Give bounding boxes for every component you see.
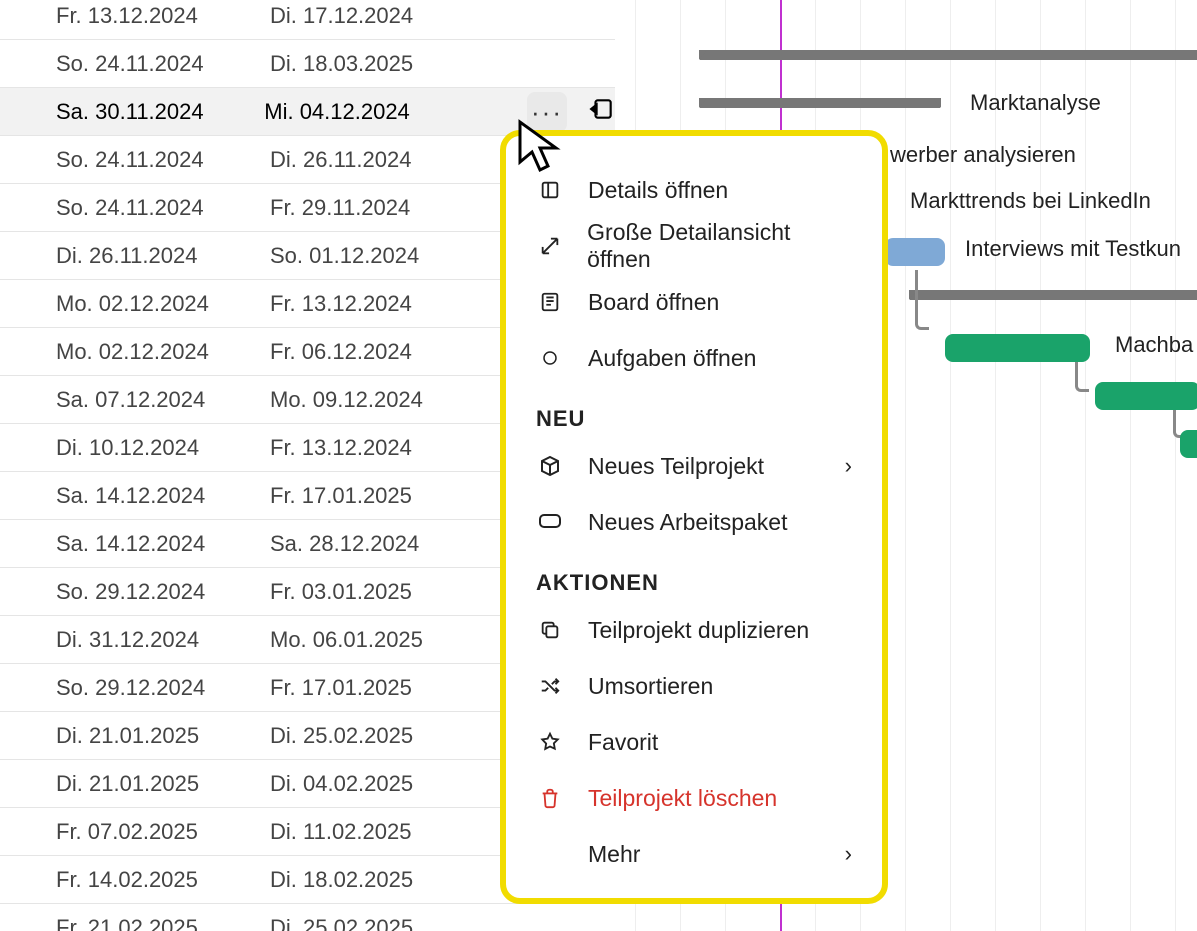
start-date-cell: Fr. 13.12.2024 — [0, 3, 270, 29]
gantt-grid-line — [1085, 0, 1086, 931]
menu-open-board[interactable]: Board öffnen — [506, 274, 882, 330]
start-date-cell: Fr. 14.02.2025 — [0, 867, 270, 893]
menu-section-actions: AKTIONEN — [506, 550, 882, 602]
menu-item-label: Teilprojekt duplizieren — [588, 617, 809, 644]
menu-open-details[interactable]: Details öffnen — [506, 162, 882, 218]
gantt-dependency-link — [915, 270, 929, 330]
context-menu: Details öffnen Große Detailansicht öffne… — [500, 130, 888, 904]
menu-new-subproject[interactable]: Neues Teilprojekt › — [506, 438, 882, 494]
menu-open-tasks[interactable]: Aufgaben öffnen — [506, 330, 882, 386]
start-date-cell: Di. 31.12.2024 — [0, 627, 270, 653]
gantt-grid-line — [1040, 0, 1041, 931]
start-date-cell: So. 29.12.2024 — [0, 675, 270, 701]
start-date-cell: Di. 21.01.2025 — [0, 723, 270, 749]
package-icon — [536, 454, 564, 478]
menu-favorite[interactable]: Favorit — [506, 714, 882, 770]
menu-item-label: Teilprojekt löschen — [588, 785, 777, 812]
gantt-bar-label: Machba — [1115, 332, 1193, 358]
menu-item-label: Große Detailansicht öffnen — [587, 219, 852, 273]
gantt-bar-label: Marktanalyse — [970, 90, 1101, 116]
menu-new-workpackage[interactable]: Neues Arbeitspaket — [506, 494, 882, 550]
gantt-grid-line — [950, 0, 951, 931]
rectangle-icon — [536, 513, 564, 531]
open-icon — [536, 179, 564, 201]
date-row[interactable]: So. 24.11.2024Di. 18.03.2025 — [0, 40, 615, 88]
date-row[interactable]: Fr. 21.02.2025Di. 25.02.2025 — [0, 904, 615, 931]
gantt-grid-line — [1175, 0, 1176, 931]
shuffle-icon — [536, 675, 564, 697]
menu-open-large-details[interactable]: Große Detailansicht öffnen — [506, 218, 882, 274]
menu-section-new: NEU — [506, 386, 882, 438]
gantt-summary-bar[interactable] — [910, 290, 1197, 300]
gantt-task-bar[interactable] — [1095, 382, 1197, 410]
star-icon — [536, 731, 564, 753]
gantt-bar-label: Interviews mit Testkun — [965, 236, 1181, 262]
menu-item-label: Neues Teilprojekt — [588, 453, 764, 480]
start-date-cell: So. 24.11.2024 — [0, 51, 270, 77]
gantt-task-bar[interactable] — [885, 238, 945, 266]
gantt-bar-label: Markttrends bei LinkedIn — [910, 188, 1151, 214]
start-date-cell: Sa. 14.12.2024 — [0, 483, 270, 509]
start-date-cell: So. 24.11.2024 — [0, 195, 270, 221]
more-button[interactable]: ··· — [527, 92, 567, 132]
menu-item-label: Aufgaben öffnen — [588, 345, 756, 372]
chevron-right-icon: › — [845, 841, 852, 867]
trash-icon — [536, 787, 564, 809]
menu-item-label: Mehr — [588, 841, 640, 868]
start-date-cell: Di. 21.01.2025 — [0, 771, 270, 797]
gantt-bar-label: werber analysieren — [890, 142, 1076, 168]
board-icon — [536, 291, 564, 313]
start-date-cell: Sa. 07.12.2024 — [0, 387, 270, 413]
row-actions: ··· — [527, 92, 615, 132]
menu-more[interactable]: Mehr › — [506, 826, 882, 882]
start-date-cell: Di. 10.12.2024 — [0, 435, 270, 461]
popout-icon[interactable] — [589, 96, 615, 128]
start-date-cell: Fr. 21.02.2025 — [0, 915, 270, 931]
menu-delete[interactable]: Teilprojekt löschen — [506, 770, 882, 826]
date-row[interactable]: Sa. 30.11.2024Mi. 04.12.2024··· — [0, 88, 615, 136]
start-date-cell: Mo. 02.12.2024 — [0, 339, 270, 365]
start-date-cell: Sa. 30.11.2024 — [0, 99, 264, 125]
end-date-cell: Di. 18.03.2025 — [270, 51, 540, 77]
circle-icon — [536, 349, 564, 367]
start-date-cell: Fr. 07.02.2025 — [0, 819, 270, 845]
start-date-cell: Sa. 14.12.2024 — [0, 531, 270, 557]
gantt-dependency-link — [1075, 362, 1089, 392]
end-date-cell: Di. 17.12.2024 — [270, 3, 540, 29]
menu-resort[interactable]: Umsortieren — [506, 658, 882, 714]
start-date-cell: Mo. 02.12.2024 — [0, 291, 270, 317]
gantt-grid-line — [1130, 0, 1131, 931]
date-row[interactable]: Fr. 13.12.2024Di. 17.12.2024 — [0, 0, 615, 40]
gantt-task-bar[interactable] — [945, 334, 1090, 362]
end-date-cell: Di. 25.02.2025 — [270, 915, 540, 931]
gantt-task-bar[interactable] — [1180, 430, 1197, 458]
menu-item-label: Board öffnen — [588, 289, 719, 316]
start-date-cell: So. 29.12.2024 — [0, 579, 270, 605]
gantt-grid-line — [995, 0, 996, 931]
menu-item-label: Umsortieren — [588, 673, 713, 700]
chevron-right-icon: › — [845, 453, 852, 479]
expand-icon — [536, 235, 563, 257]
copy-icon — [536, 619, 564, 641]
menu-item-label: Neues Arbeitspaket — [588, 509, 787, 536]
start-date-cell: So. 24.11.2024 — [0, 147, 270, 173]
end-date-cell: Mi. 04.12.2024 — [264, 99, 527, 125]
gantt-grid-line — [905, 0, 906, 931]
start-date-cell: Di. 26.11.2024 — [0, 243, 270, 269]
gantt-summary-bar[interactable] — [700, 50, 1197, 60]
menu-duplicate[interactable]: Teilprojekt duplizieren — [506, 602, 882, 658]
menu-item-label: Favorit — [588, 729, 658, 756]
gantt-summary-bar[interactable] — [700, 98, 940, 108]
menu-item-label: Details öffnen — [588, 177, 728, 204]
